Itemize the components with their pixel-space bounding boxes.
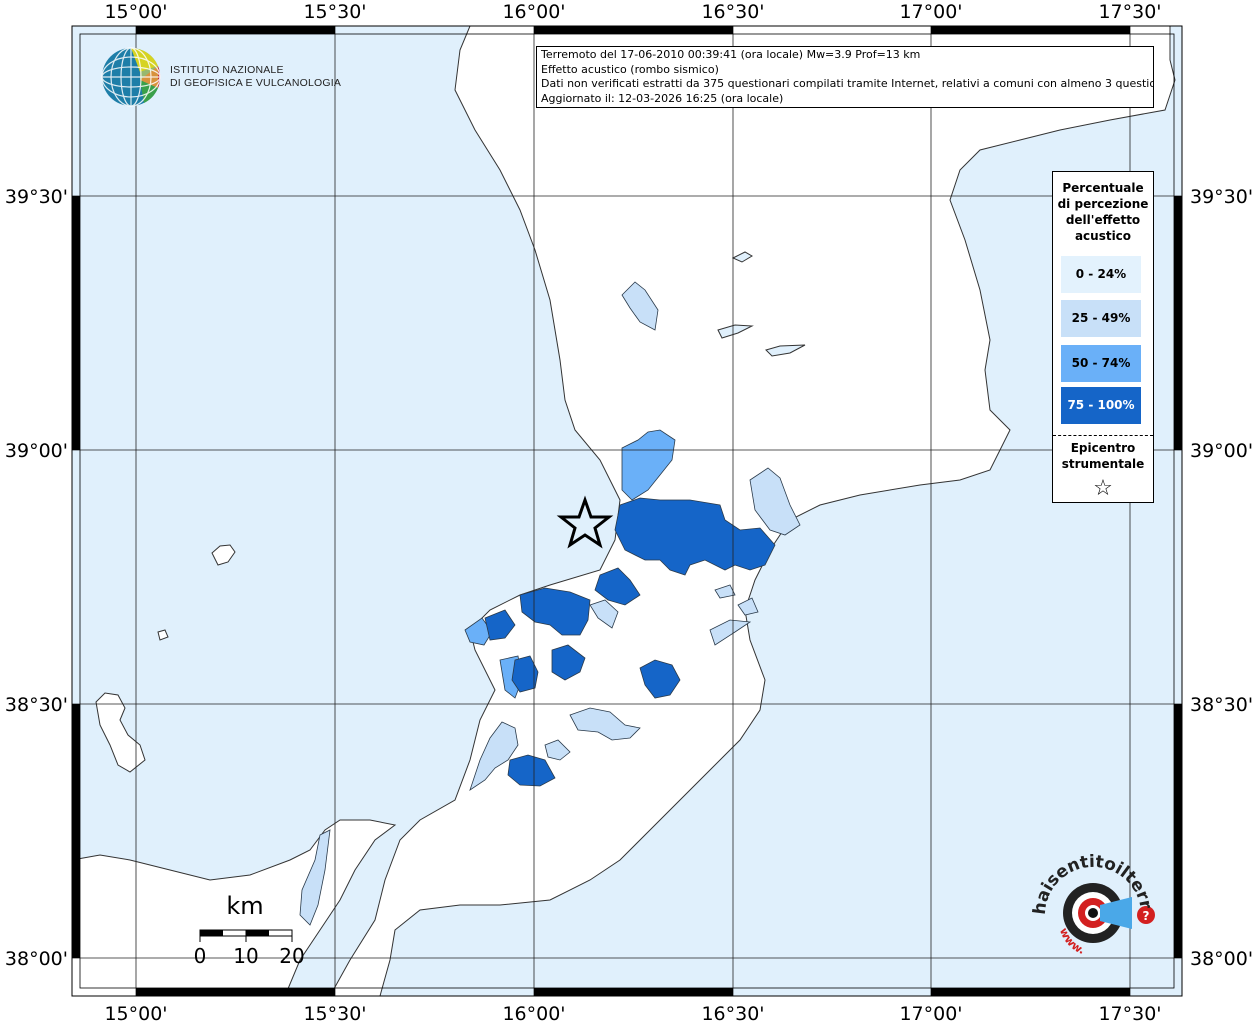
legend-separator (1053, 435, 1153, 436)
top-label: 17°30' (1098, 1, 1161, 23)
legend-class-1: 25 - 49% (1061, 300, 1141, 337)
top-label: 17°00' (899, 1, 962, 23)
bottom-label: 16°30' (701, 1003, 764, 1024)
top-label: 15°30' (303, 1, 366, 23)
left-label: 39°30' (5, 186, 68, 208)
top-label: 16°30' (701, 1, 764, 23)
svg-text:?: ? (1143, 909, 1150, 923)
top-label: 15°00' (104, 1, 167, 23)
legend: Percentuale di percezione dell'effetto a… (1052, 171, 1154, 503)
right-label: 39°00' (1190, 440, 1253, 462)
legend-class-2: 50 - 74% (1061, 345, 1141, 382)
map: 15°00' 15°30' 16°00' 16°30' 17°00' 17°30… (0, 0, 1253, 1024)
event-line3: Dati non verificati estratti da 375 ques… (541, 77, 1154, 90)
top-label: 16°00' (502, 1, 565, 23)
legend-class-label: 50 - 74% (1071, 356, 1131, 370)
right-label: 38°00' (1190, 948, 1253, 970)
event-line1: Terremoto del 17-06-2010 00:39:41 (ora l… (541, 48, 921, 61)
bottom-label: 16°00' (502, 1003, 565, 1024)
left-label: 38°00' (5, 948, 68, 970)
ingv-globe-icon (101, 47, 161, 107)
scale-tick: 20 (279, 944, 304, 968)
ingv-logo: ISTITUTO NAZIONALE DI GEOFISICA E VULCAN… (100, 46, 341, 112)
event-line4: Aggiornato il: 12-03-2026 16:25 (ora loc… (541, 91, 784, 105)
left-label: 38°30' (5, 694, 68, 716)
scale-unit: km (226, 892, 263, 920)
event-line2: Effetto acustico (rombo sismico) (541, 62, 719, 76)
event-info-box: Terremoto del 17-06-2010 00:39:41 (ora l… (536, 46, 1154, 108)
legend-title: Percentuale di percezione dell'effetto a… (1057, 181, 1149, 243)
scale-bar: km 0 10 20 (190, 890, 310, 970)
legend-class-0: 0 - 24% (1061, 256, 1141, 293)
bottom-label: 15°30' (303, 1003, 366, 1024)
legend-epicenter-label: Epicentro strumentale (1061, 441, 1145, 471)
scale-tick: 10 (233, 944, 258, 968)
ingv-line2: DI GEOFISICA E VULCANOLOGIA (170, 77, 342, 89)
legend-class-label: 25 - 49% (1071, 311, 1131, 325)
legend-star-icon: ☆ (1093, 476, 1113, 501)
legend-class-label: 75 - 100% (1067, 398, 1135, 412)
ingv-line1: ISTITUTO NAZIONALE (170, 64, 284, 76)
bottom-label: 17°00' (899, 1003, 962, 1024)
bottom-label: 17°30' (1098, 1003, 1161, 1024)
right-label: 38°30' (1190, 694, 1253, 716)
scale-tick: 0 (194, 944, 207, 968)
left-label: 39°00' (5, 440, 68, 462)
legend-class-3: 75 - 100% (1061, 387, 1141, 424)
bottom-label: 15°00' (104, 1003, 167, 1024)
right-label: 39°30' (1190, 186, 1253, 208)
legend-class-label: 0 - 24% (1075, 267, 1127, 281)
